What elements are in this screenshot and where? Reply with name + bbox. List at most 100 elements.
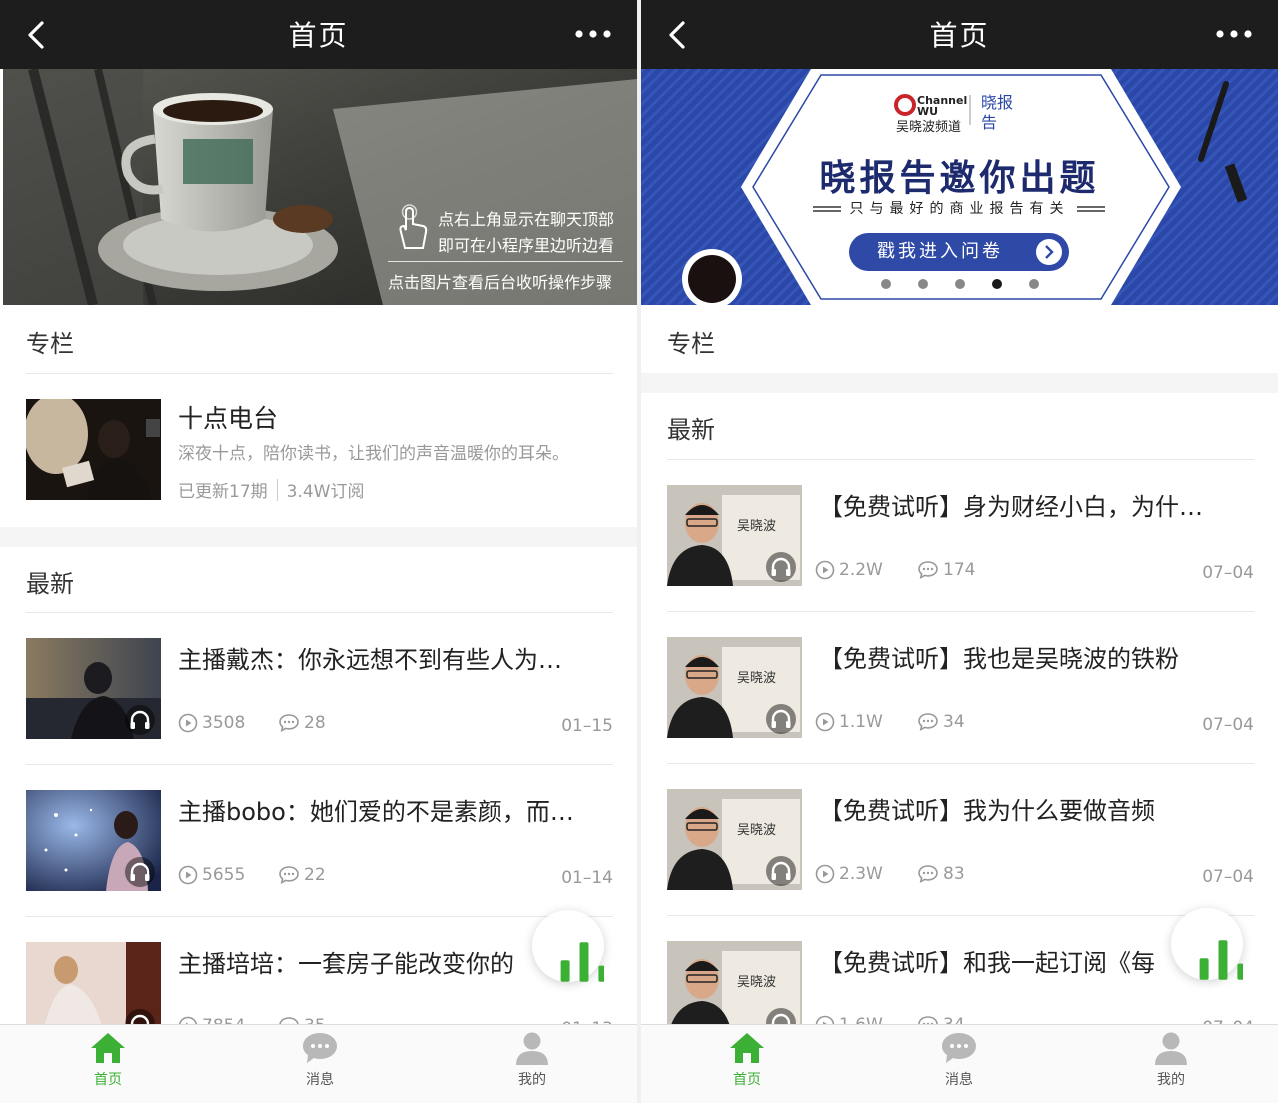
more-icon[interactable] (1214, 22, 1254, 46)
headphone-icon (125, 705, 155, 735)
survey-cta-label: 戳我进入问卷 (877, 241, 1003, 262)
home-icon (730, 1033, 764, 1063)
item-title: 主播培培：一套房子能改变你的 (178, 950, 514, 978)
left-phone-screen: 首页 点右上角显示在聊天顶部 即可在小程序里边听边看 点击图片查看后台收听操作步… (0, 0, 637, 1103)
comment-icon (917, 864, 939, 884)
comment-icon (278, 713, 300, 733)
column-description: 深夜十点，陪你读书，让我们的声音温暖你的耳朵。 (178, 444, 569, 464)
report-logo: 晓报告 (981, 93, 1014, 132)
nav-bar: 首页 (0, 0, 637, 69)
home-icon (91, 1033, 125, 1063)
tab-label: 首页 (94, 1072, 122, 1088)
comment-icon (917, 560, 939, 580)
column-title: 十点电台 (178, 404, 279, 433)
banner-hint-line1: 点右上角显示在聊天顶部 (438, 210, 615, 229)
banner-subtitle: 只与最好的商业报告有关 (849, 201, 1070, 217)
comment-count: 28 (278, 713, 326, 733)
play-icon (815, 864, 835, 884)
item-date: 07–04 (1202, 715, 1254, 735)
banner-hint-line3: 点击图片查看后台收听操作步骤 (388, 273, 613, 292)
carousel-dot[interactable] (918, 279, 928, 289)
tab-home[interactable]: 首页 (68, 1031, 148, 1089)
item-date: 07–04 (1202, 563, 1254, 583)
latest-section-title: 最新 (26, 570, 74, 598)
user-icon (1155, 1032, 1187, 1065)
item-date: 01–15 (561, 716, 613, 736)
tab-profile[interactable]: 我的 (1131, 1031, 1211, 1089)
tab-label: 消息 (306, 1072, 334, 1088)
item-thumbnail: 吴晓波 (667, 485, 802, 586)
headphone-icon (766, 552, 796, 582)
item-thumbnail (26, 790, 161, 891)
headphone-icon (766, 856, 796, 886)
thumb-caption: 吴晓波 (737, 823, 776, 838)
column-stats: 已更新17期 3.4W订阅 (178, 477, 365, 502)
item-thumbnail (26, 638, 161, 739)
audio-bars-icon (532, 910, 604, 982)
tab-label: 消息 (945, 1072, 973, 1088)
item-title: 【免费试听】我也是吴晓波的铁粉 (819, 645, 1179, 673)
play-icon (178, 865, 198, 885)
page-title: 首页 (288, 19, 349, 52)
audio-player-button[interactable] (1171, 908, 1243, 980)
item-title: 【免费试听】和我一起订阅《每 (819, 949, 1155, 977)
item-title: 主播戴杰：你永远想不到有些人为… (178, 646, 562, 674)
comment-count: 34 (917, 712, 965, 732)
banner-carousel[interactable]: 点右上角显示在聊天顶部 即可在小程序里边听边看 点击图片查看后台收听操作步骤 (3, 69, 637, 305)
chat-icon (942, 1033, 976, 1063)
play-icon (815, 712, 835, 732)
carousel-dot[interactable] (881, 279, 891, 289)
tab-home[interactable]: 首页 (707, 1031, 787, 1089)
carousel-dot[interactable] (955, 279, 965, 289)
audio-bars-icon (1171, 908, 1243, 980)
column-subscriber-count: 3.4W订阅 (286, 482, 365, 502)
nav-bar: 首页 (641, 0, 1278, 69)
item-thumbnail: 吴晓波 (667, 637, 802, 738)
banner-carousel[interactable]: Channel WU 吴晓波频道 晓报告 晓报告邀你出题 只与最好的商业报告有关… (641, 69, 1278, 305)
headphone-icon (125, 857, 155, 887)
play-count: 2.2W (815, 560, 883, 580)
thumb-caption: 吴晓波 (737, 519, 776, 534)
latest-section-title: 最新 (667, 416, 715, 444)
chat-icon (303, 1033, 337, 1063)
right-phone-screen: 首页 Channel WU 吴晓波频道 晓报告 晓报告邀你出题 只与最好的商业报… (641, 0, 1278, 1103)
carousel-dot-active[interactable] (992, 279, 1002, 289)
banner-headline: 晓报告邀你出题 (819, 157, 1100, 199)
column-section-title: 专栏 (667, 330, 715, 358)
tab-label: 我的 (518, 1072, 546, 1088)
play-count: 5655 (178, 865, 245, 885)
carousel-dots (881, 279, 1041, 289)
play-icon (178, 713, 198, 733)
banner-hint-line2: 即可在小程序里边听边看 (438, 236, 615, 255)
tab-label: 首页 (733, 1072, 761, 1088)
tab-messages[interactable]: 消息 (280, 1031, 360, 1089)
more-icon[interactable] (573, 22, 613, 46)
column-section-title: 专栏 (26, 330, 74, 358)
comment-count: 22 (278, 865, 326, 885)
play-count: 3508 (178, 713, 245, 733)
brand-logo-text: Channel WU (917, 94, 968, 118)
tab-label: 我的 (1157, 1072, 1185, 1088)
tab-bar: 首页 消息 我的 (641, 1024, 1278, 1103)
comment-count: 174 (917, 560, 975, 580)
item-title: 【免费试听】我为什么要做音频 (819, 797, 1155, 825)
comment-count: 83 (917, 864, 965, 884)
column-thumbnail (26, 399, 161, 500)
chevron-right-icon (1036, 239, 1062, 265)
tap-hand-icon (399, 204, 428, 249)
play-icon (815, 560, 835, 580)
comment-icon (917, 712, 939, 732)
audio-player-button[interactable] (532, 910, 604, 982)
play-count: 1.1W (815, 712, 883, 732)
page-title: 首页 (929, 19, 990, 52)
play-count: 2.3W (815, 864, 883, 884)
item-date: 01–14 (561, 868, 613, 888)
carousel-dot[interactable] (1029, 279, 1039, 289)
thumb-caption: 吴晓波 (737, 671, 776, 686)
tab-profile[interactable]: 我的 (492, 1031, 572, 1089)
survey-cta-button[interactable]: 戳我进入问卷 (849, 233, 1069, 271)
headphone-icon (766, 704, 796, 734)
tab-messages[interactable]: 消息 (919, 1031, 999, 1089)
thumb-caption: 吴晓波 (737, 975, 776, 990)
item-title: 【免费试听】身为财经小白，为什… (819, 493, 1203, 521)
